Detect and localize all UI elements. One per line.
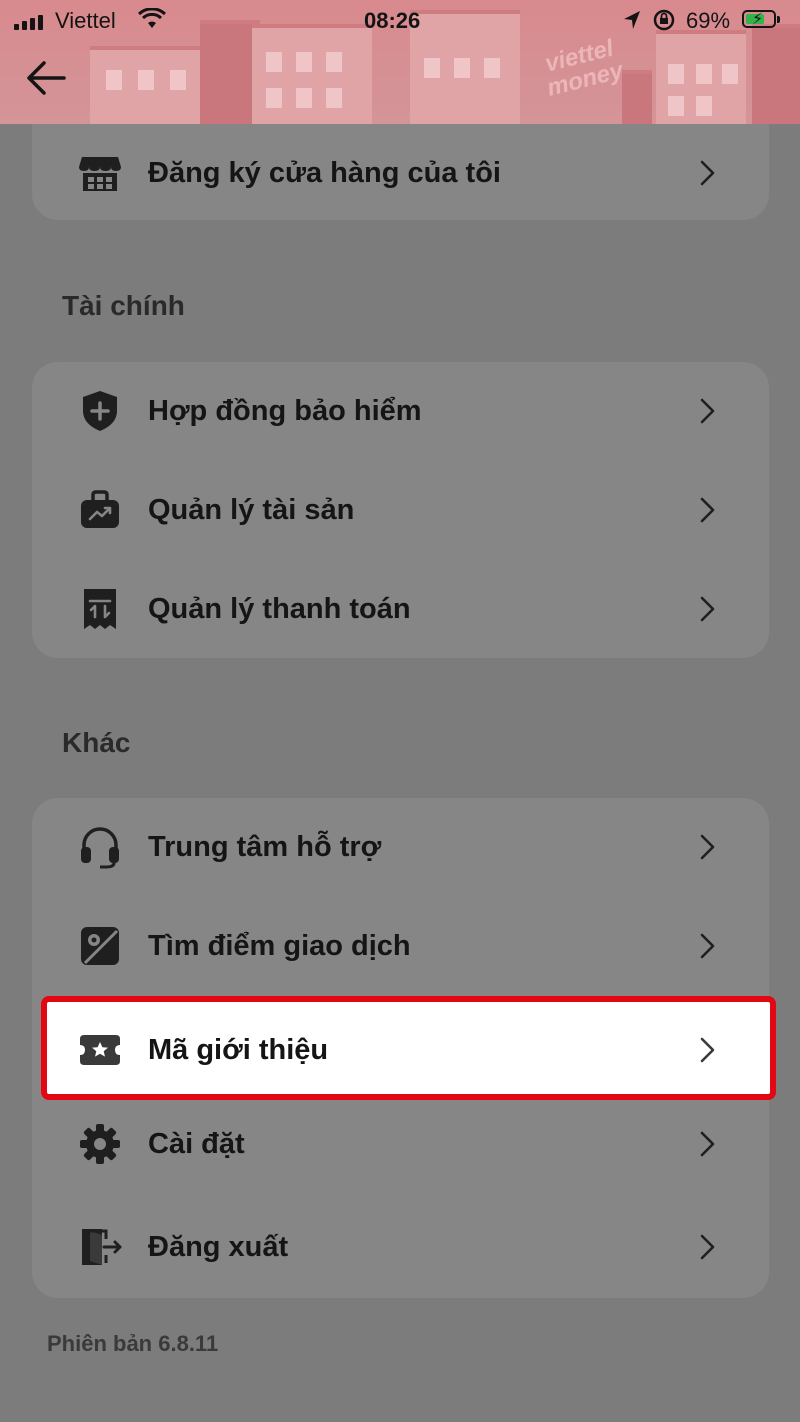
back-button[interactable] <box>24 58 72 102</box>
wifi-icon <box>137 7 167 36</box>
menu-item-payment-management[interactable]: Quản lý thanh toán <box>32 564 769 654</box>
app-version: Phiên bản 6.8.11 <box>47 1331 219 1356</box>
section-title-finance: Tài chính <box>62 290 185 321</box>
store-icon <box>76 149 124 197</box>
menu-item-referral-code[interactable]: Mã giới thiệu <box>32 1005 769 1095</box>
store-card: Đăng ký cửa hàng của tôi <box>32 124 769 220</box>
clock: 08:26 <box>364 8 421 33</box>
chevron-right-icon <box>700 834 715 860</box>
menu-item-insurance-contract[interactable]: Hợp đồng bảo hiểm <box>32 366 769 456</box>
menu-item-find-transaction-point[interactable]: Tìm điểm giao dịch <box>32 901 769 991</box>
receipt-icon <box>76 585 124 633</box>
rotation-lock-icon <box>652 9 676 37</box>
gear-icon <box>76 1120 124 1168</box>
chevron-right-icon <box>700 497 715 523</box>
header: Viettel 08:26 69% ⚡ viettel money <box>0 0 800 124</box>
chevron-right-icon <box>700 933 715 959</box>
menu-item-label: Đăng ký cửa hàng của tôi <box>148 156 501 189</box>
chevron-right-icon <box>700 398 715 424</box>
menu-item-label: Trung tâm hỗ trợ <box>148 830 382 863</box>
briefcase-chart-icon <box>76 486 124 534</box>
battery-percent: 69% <box>686 8 731 33</box>
cellular-signal-icon <box>14 14 43 30</box>
menu-screen: Viettel 08:26 69% ⚡ viettel money Đăng k… <box>0 0 800 1422</box>
menu-item-label: Đăng xuất <box>148 1230 289 1263</box>
menu-item-asset-management[interactable]: Quản lý tài sản <box>32 465 769 555</box>
menu-item-settings[interactable]: Cài đặt <box>32 1099 769 1189</box>
chevron-right-icon <box>700 160 715 186</box>
menu-item-label: Quản lý thanh toán <box>148 592 411 625</box>
menu-item-register-store[interactable]: Đăng ký cửa hàng của tôi <box>32 128 769 218</box>
carrier-name: Viettel <box>55 8 116 33</box>
chevron-right-icon <box>700 1131 715 1157</box>
arrow-left-icon <box>27 61 66 95</box>
map-pin-icon <box>76 922 124 970</box>
chevron-right-icon <box>700 1234 715 1260</box>
section-title-other: Khác <box>62 727 131 758</box>
menu-item-label: Mã giới thiệu <box>148 1033 329 1066</box>
logout-icon <box>76 1223 124 1271</box>
menu-item-label: Cài đặt <box>148 1127 245 1160</box>
shield-plus-icon <box>76 387 124 435</box>
header-building <box>90 46 210 124</box>
ticket-star-icon <box>76 1026 124 1074</box>
menu-item-label: Tìm điểm giao dịch <box>148 929 411 962</box>
highlight-box: Mã giới thiệu <box>41 996 776 1100</box>
finance-card: Hợp đồng bảo hiểm Quản lý tài sản Quản l… <box>32 362 769 658</box>
menu-item-label: Hợp đồng bảo hiểm <box>148 394 422 427</box>
location-arrow-icon <box>622 9 642 37</box>
battery-icon: ⚡ <box>742 10 780 28</box>
chevron-right-icon <box>700 1037 715 1063</box>
status-bar: Viettel 08:26 69% ⚡ <box>0 0 800 44</box>
menu-item-logout[interactable]: Đăng xuất <box>32 1202 769 1292</box>
headset-icon <box>76 823 124 871</box>
chevron-right-icon <box>700 596 715 622</box>
menu-item-support-center[interactable]: Trung tâm hỗ trợ <box>32 802 769 892</box>
menu-item-label: Quản lý tài sản <box>148 493 355 526</box>
header-building <box>656 30 746 124</box>
